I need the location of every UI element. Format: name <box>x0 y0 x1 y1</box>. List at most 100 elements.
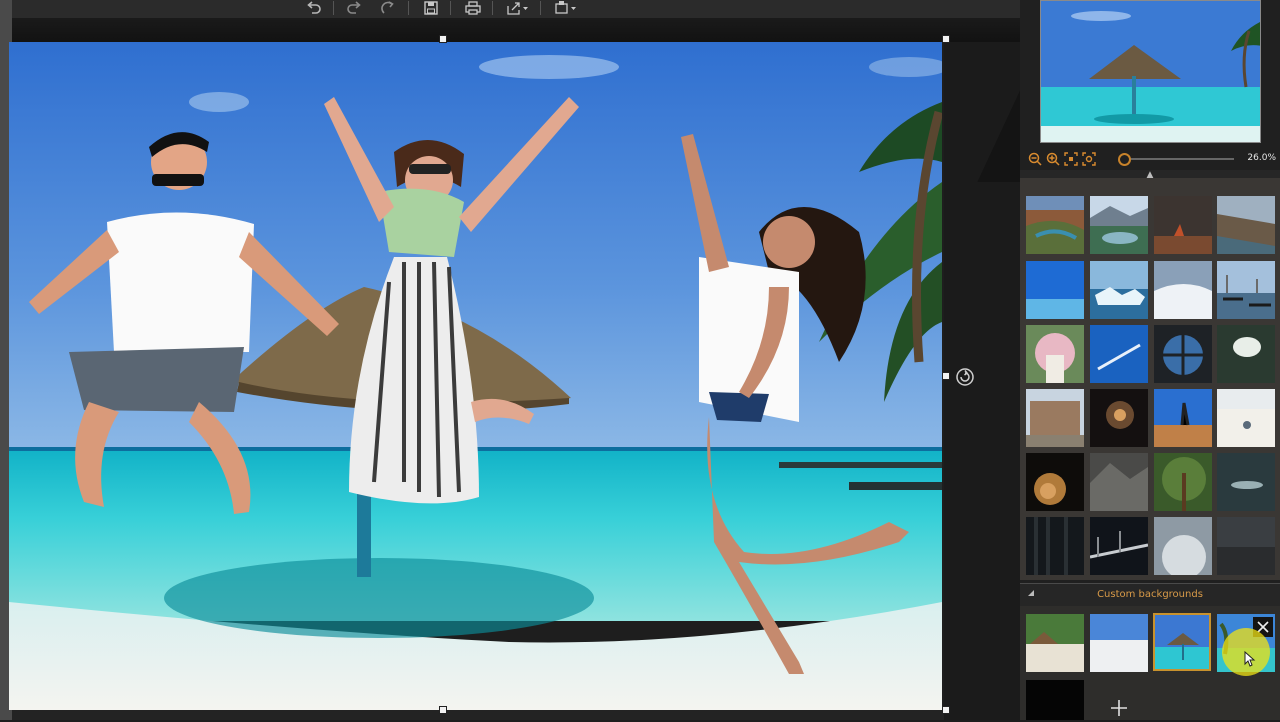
background-thumb-white-sand[interactable] <box>1217 389 1275 447</box>
resize-handle-bottom[interactable] <box>439 706 447 714</box>
underwater-thumbnail <box>1217 453 1275 511</box>
lion-thumbnail <box>1026 453 1084 511</box>
actual-size-button[interactable] <box>1082 151 1098 167</box>
background-thumb-sand-writing[interactable] <box>1090 325 1148 383</box>
share-icon <box>555 1 576 14</box>
tunnel-light-thumbnail <box>1217 325 1275 383</box>
white-sand-thumbnail <box>1217 389 1275 447</box>
coastal-cliff-thumbnail <box>1217 196 1275 254</box>
zoom-in-icon <box>1046 152 1060 166</box>
redo-icon <box>347 1 361 14</box>
zoom-slider-knob[interactable] <box>1118 153 1131 166</box>
print-button[interactable] <box>462 0 484 16</box>
zoom-in-button[interactable] <box>1046 151 1062 167</box>
fit-icon <box>1064 152 1078 166</box>
share-button[interactable] <box>552 0 580 16</box>
toolbar-separator <box>540 1 541 15</box>
background-thumb-desert-storm[interactable] <box>1154 196 1212 254</box>
old-street-thumbnail <box>1026 389 1084 447</box>
resize-handle-bottom-right[interactable] <box>942 706 950 714</box>
undo-icon <box>307 1 321 14</box>
add-custom-background-button[interactable] <box>1109 698 1129 718</box>
ice-floes-thumbnail <box>1090 261 1148 319</box>
white-beach-thumbnail <box>1090 614 1148 672</box>
flower-arch-thumbnail <box>1026 325 1084 383</box>
background-thumb-night-bridge[interactable] <box>1090 517 1148 575</box>
zoom-controls: 26.0% <box>1026 150 1276 168</box>
resize-handle-right[interactable] <box>942 372 950 380</box>
actual-size-icon <box>1082 152 1096 166</box>
fit-to-window-button[interactable] <box>1064 151 1080 167</box>
zoom-slider-track[interactable] <box>1126 158 1234 160</box>
background-thumb-flower-arch[interactable] <box>1026 325 1084 383</box>
background-thumb-dark-cave[interactable] <box>1090 389 1148 447</box>
redo-alt-icon <box>381 1 394 14</box>
background-thumb-underwater[interactable] <box>1217 453 1275 511</box>
blue-sky-sea-thumbnail <box>1026 261 1084 319</box>
custom-thumb-beach-umbrella-selected[interactable] <box>1153 613 1211 671</box>
toolbar-separator <box>333 1 334 15</box>
background-thumb-tunnel-light[interactable] <box>1217 325 1275 383</box>
rotate-handle[interactable] <box>955 367 975 387</box>
background-thumb-coastal-cliff[interactable] <box>1217 196 1275 254</box>
background-thumb-snowy-hills[interactable] <box>1154 261 1212 319</box>
background-thumb-planet[interactable] <box>1154 517 1212 575</box>
navigator-preview[interactable] <box>1040 0 1261 143</box>
canyon-thumbnail <box>1026 196 1084 254</box>
resize-handle-top[interactable] <box>439 35 447 43</box>
beach-scene-image <box>9 42 942 710</box>
dark-cave-thumbnail <box>1090 389 1148 447</box>
photo-canvas[interactable] <box>9 42 942 710</box>
save-icon <box>424 1 438 15</box>
background-thumb-canyon[interactable] <box>1026 196 1084 254</box>
rocks-thumbnail <box>1090 453 1148 511</box>
toolbar-separator <box>450 1 451 15</box>
top-toolbar <box>12 0 1020 18</box>
background-thumb-tree-top[interactable] <box>1154 453 1212 511</box>
background-thumb-desert-person[interactable] <box>1154 389 1212 447</box>
navigator-thumbnail <box>1041 1 1260 142</box>
tool-options-strip <box>12 18 1020 42</box>
toolbar-separator <box>408 1 409 15</box>
background-thumb-lion[interactable] <box>1026 453 1084 511</box>
dark-room-thumbnail <box>1217 517 1275 575</box>
beach-huts-thumbnail <box>1026 614 1084 672</box>
desert-storm-thumbnail <box>1154 196 1212 254</box>
resize-handle-top-right[interactable] <box>942 35 950 43</box>
custom-thumb-black[interactable] <box>1026 680 1084 720</box>
undo-button[interactable] <box>303 0 325 16</box>
tree-top-thumbnail <box>1154 453 1212 511</box>
venice-gondolas-thumbnail <box>1217 261 1275 319</box>
planet-thumbnail <box>1154 517 1212 575</box>
save-button[interactable] <box>420 0 442 16</box>
custom-thumb-beach-huts[interactable] <box>1026 614 1084 672</box>
export-button[interactable] <box>504 0 532 16</box>
redo-alt-button[interactable] <box>377 0 399 16</box>
print-icon <box>465 1 481 15</box>
redo-button[interactable] <box>343 0 365 16</box>
export-icon <box>507 2 528 15</box>
space-window-thumbnail <box>1154 325 1212 383</box>
beach-umbrella-thumbnail <box>1155 615 1209 669</box>
dark-forest-thumbnail <box>1026 517 1084 575</box>
background-thumb-venice-gondolas[interactable] <box>1217 261 1275 319</box>
desert-person-thumbnail <box>1154 389 1212 447</box>
zoom-value: 26.0% <box>1247 153 1276 163</box>
cursor-highlight <box>1222 628 1270 676</box>
background-thumb-dark-forest[interactable] <box>1026 517 1084 575</box>
snowy-hills-thumbnail <box>1154 261 1212 319</box>
background-thumb-rocks[interactable] <box>1090 453 1148 511</box>
background-thumb-space-window[interactable] <box>1154 325 1212 383</box>
background-thumb-mountain-lake[interactable] <box>1090 196 1148 254</box>
zoom-out-button[interactable] <box>1028 151 1044 167</box>
background-thumb-old-street[interactable] <box>1026 389 1084 447</box>
mountain-lake-thumbnail <box>1090 196 1148 254</box>
canvas-bottom-bar <box>12 710 944 720</box>
background-thumb-ice-floes[interactable] <box>1090 261 1148 319</box>
custom-backgrounds-header[interactable]: Custom backgrounds <box>1020 583 1280 607</box>
toolbar-separator <box>492 1 493 15</box>
background-thumb-blue-sky-sea[interactable] <box>1026 261 1084 319</box>
custom-backgrounds-label: Custom backgrounds <box>1097 589 1203 600</box>
custom-thumb-white-beach[interactable] <box>1090 614 1148 672</box>
background-thumb-dark-room[interactable] <box>1217 517 1275 575</box>
